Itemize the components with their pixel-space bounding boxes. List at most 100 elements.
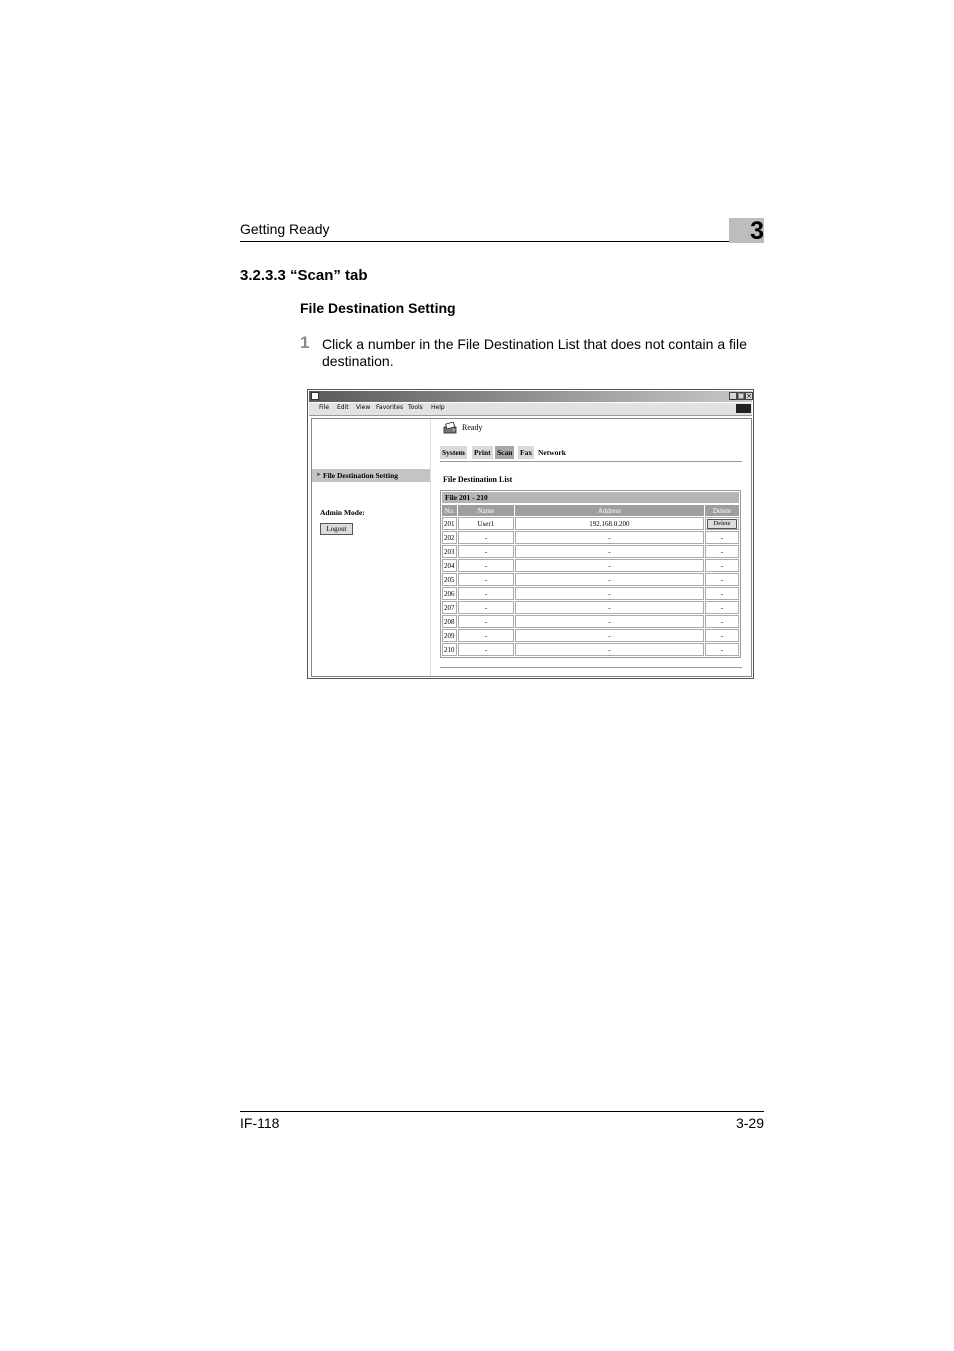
table-row[interactable]: 204- - - [442,559,739,572]
destination-address: - [514,531,704,544]
menu-file[interactable]: File [319,404,329,411]
device-status: Ready [462,423,483,432]
table-row[interactable]: 201 User1 192.168.0.200 Delete [442,517,739,530]
delete-cell: - [704,643,739,656]
tab-system[interactable]: System [440,446,467,459]
destination-address: 192.168.0.200 [514,517,704,530]
destination-name: - [457,559,514,572]
menu-view[interactable]: View [356,404,370,411]
table-row[interactable]: 208- - - [442,615,739,628]
sidebar-divider [430,419,431,676]
page-content: Ready System Print Scan Fax Network ► Fi… [311,418,752,677]
destination-address: - [514,559,704,572]
file-destination-table: File 201 - 210 No. Name Address Delete 2… [440,490,741,658]
destination-number[interactable]: 210 [442,643,457,656]
tab-print[interactable]: Print [472,446,493,459]
delete-cell: - [704,531,739,544]
logout-button[interactable]: Logout [320,523,353,535]
table-header-row: No. Name Address Delete [442,505,739,516]
delete-cell: - [704,587,739,600]
destination-address: - [514,573,704,586]
destination-address: - [514,615,704,628]
destination-number[interactable]: 202 [442,531,457,544]
admin-mode-label: Admin Mode: [320,508,365,517]
destination-name: User1 [457,517,514,530]
tabs-rule [440,461,742,462]
tab-fax[interactable]: Fax [518,446,535,459]
column-header-delete: Delete [704,505,739,516]
table-row[interactable]: 210- - - [442,643,739,656]
close-icon[interactable]: × [745,392,753,400]
bottom-rule [440,667,742,668]
footer-rule [240,1111,764,1112]
subsection-title: File Destination Setting [300,300,456,316]
list-title: File Destination List [443,475,513,484]
destination-number[interactable]: 206 [442,587,457,600]
destination-number[interactable]: 205 [442,573,457,586]
delete-cell: - [704,601,739,614]
destination-number[interactable]: 204 [442,559,457,572]
delete-cell: - [704,615,739,628]
destination-number[interactable]: 209 [442,629,457,642]
browser-app-icon [311,392,319,400]
sidebar-item-file-destination-setting[interactable]: ► File Destination Setting [312,469,430,482]
table-row[interactable]: 209- - - [442,629,739,642]
browser-window-screenshot: _ □ × File Edit View Favorites Tools Hel… [307,389,754,679]
destination-name: - [457,545,514,558]
destination-address: - [514,629,704,642]
chapter-number: 3 [750,217,764,245]
column-header-no: No. [442,505,457,516]
table-caption: File 201 - 210 [442,492,739,503]
page-number: 3-29 [735,1115,764,1131]
table-row[interactable]: 203- - - [442,545,739,558]
sidebar-item-label: File Destination Setting [323,471,398,480]
section-title: 3.2.3.3 “Scan” tab [240,267,368,284]
destination-address: - [514,643,704,656]
printer-icon [443,422,457,434]
delete-cell: - [704,573,739,586]
browser-logo-icon [736,404,751,413]
menu-help[interactable]: Help [431,404,445,411]
destination-address: - [514,587,704,600]
footer-model: IF-118 [240,1115,280,1131]
column-header-address: Address [514,505,704,516]
table-row[interactable]: 207- - - [442,601,739,614]
menu-favorites[interactable]: Favorites [376,404,403,411]
destination-name: - [457,573,514,586]
table-row[interactable]: 202- - - [442,531,739,544]
menu-tools[interactable]: Tools [408,404,423,411]
running-header: Getting Ready [240,221,330,237]
destination-number[interactable]: 201 [442,517,457,530]
destination-number[interactable]: 203 [442,545,457,558]
window-titlebar: _ □ × [309,391,753,402]
destination-name: - [457,615,514,628]
arrow-right-icon: ► [316,472,322,478]
delete-cell: - [704,629,739,642]
destination-name: - [457,587,514,600]
step-text: Click a number in the File Destination L… [322,336,747,369]
destination-number[interactable]: 208 [442,615,457,628]
tab-scan[interactable]: Scan [495,446,515,459]
menu-bar: File Edit View Favorites Tools Help [309,403,752,416]
destination-number[interactable]: 207 [442,601,457,614]
destination-name: - [457,643,514,656]
delete-cell: - [704,559,739,572]
destination-name: - [457,601,514,614]
delete-button[interactable]: Delete [706,518,737,529]
minimize-icon[interactable]: _ [729,392,737,400]
step-number: 1 [300,333,310,352]
tab-network[interactable]: Network [536,446,568,459]
destination-name: - [457,531,514,544]
column-header-name: Name [457,505,514,516]
delete-cell: Delete [704,517,739,530]
destination-grid: No. Name Address Delete 201 User1 192.168.… [441,504,740,657]
destination-address: - [514,601,704,614]
table-row[interactable]: 206- - - [442,587,739,600]
menu-edit[interactable]: Edit [337,404,349,411]
maximize-icon[interactable]: □ [737,392,745,400]
destination-address: - [514,545,704,558]
destination-name: - [457,629,514,642]
delete-cell: - [704,545,739,558]
table-row[interactable]: 205- - - [442,573,739,586]
header-rule [240,241,764,242]
